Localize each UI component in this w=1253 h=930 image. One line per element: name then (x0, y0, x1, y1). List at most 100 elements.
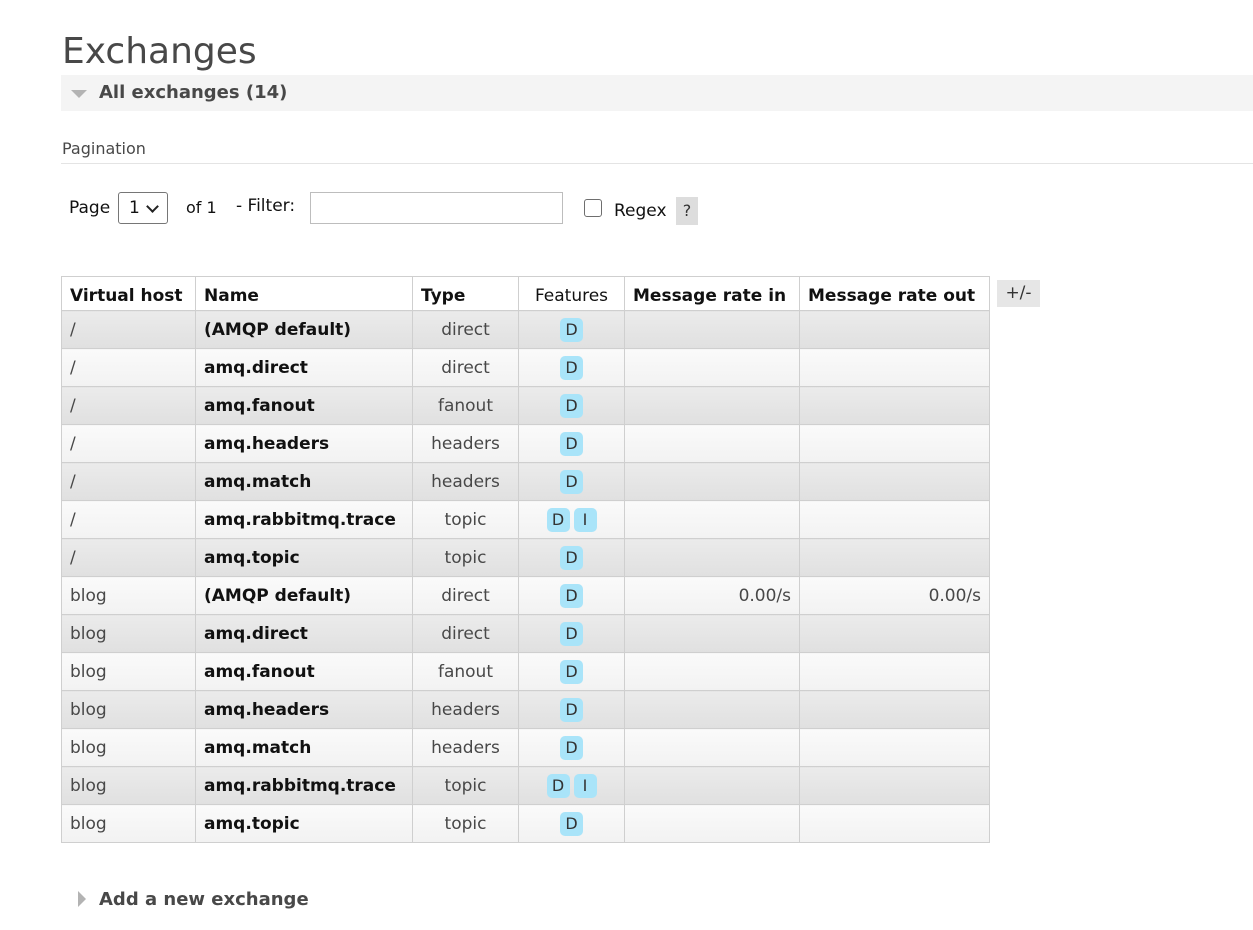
cell-message-rate-out (799, 500, 990, 539)
cell-virtual-host: / (61, 500, 196, 539)
page-title: Exchanges (62, 31, 257, 72)
exchanges-table: Virtual host Name Type Features Message … (61, 276, 990, 843)
cell-virtual-host: / (61, 348, 196, 387)
collapse-triangle-icon (71, 90, 87, 98)
feature-badge: D (560, 393, 583, 418)
cell-message-rate-in (624, 538, 800, 577)
cell-features: D (518, 690, 625, 729)
feature-badge: D (560, 621, 583, 646)
cell-exchange-name-link[interactable]: (AMQP default) (195, 576, 413, 615)
cell-type: direct (412, 310, 519, 349)
column-header-message-rate-in[interactable]: Message rate in (624, 276, 800, 311)
feature-badge: I (573, 507, 597, 532)
cell-message-rate-in (624, 690, 800, 729)
cell-exchange-name-link[interactable]: amq.match (195, 728, 413, 767)
cell-message-rate-out (799, 804, 990, 843)
regex-checkbox[interactable] (584, 199, 602, 217)
cell-type: headers (412, 728, 519, 767)
feature-badge: D (560, 545, 583, 570)
cell-virtual-host: / (61, 424, 196, 463)
cell-type: headers (412, 462, 519, 501)
add-exchange-title: Add a new exchange (99, 889, 309, 910)
page-select-value: 1 (129, 198, 140, 218)
table-row: blog amq.rabbitmq.trace topic D I (61, 766, 990, 805)
cell-message-rate-in (624, 614, 800, 653)
cell-message-rate-in (624, 766, 800, 805)
table-row: blog amq.match headers D (61, 728, 990, 767)
cell-features: D (518, 348, 625, 387)
feature-badge: D (560, 431, 583, 456)
cell-exchange-name-link[interactable]: amq.topic (195, 538, 413, 577)
feature-badge: D (546, 773, 570, 798)
cell-features: D (518, 310, 625, 349)
cell-exchange-name-link[interactable]: amq.match (195, 462, 413, 501)
cell-virtual-host: / (61, 538, 196, 577)
cell-features: D (518, 538, 625, 577)
column-header-type[interactable]: Type (412, 276, 519, 311)
cell-virtual-host: blog (61, 652, 196, 691)
expand-triangle-icon (78, 891, 86, 907)
table-row: / (AMQP default) direct D (61, 310, 990, 349)
regex-help-button[interactable]: ? (676, 197, 698, 225)
cell-virtual-host: blog (61, 804, 196, 843)
column-header-name[interactable]: Name (195, 276, 413, 311)
cell-message-rate-in (624, 310, 800, 349)
page-count-label: of 1 (186, 198, 217, 217)
cell-message-rate-out (799, 310, 990, 349)
table-row: / amq.topic topic D (61, 538, 990, 577)
cell-features: DI (518, 766, 625, 805)
cell-type: direct (412, 576, 519, 615)
cell-exchange-name-link[interactable]: amq.rabbitmq.trace (195, 766, 413, 805)
cell-exchange-name-link[interactable]: amq.fanout (195, 652, 413, 691)
cell-virtual-host: blog (61, 766, 196, 805)
chevron-down-icon (146, 200, 159, 213)
feature-badge: D (560, 583, 583, 608)
cell-message-rate-in (624, 386, 800, 425)
cell-virtual-host: / (61, 310, 196, 349)
cell-type: topic (412, 538, 519, 577)
cell-exchange-name-link[interactable]: (AMQP default) (195, 310, 413, 349)
table-row: / amq.fanout fanout D (61, 386, 990, 425)
toggle-columns-button[interactable]: +/- (997, 280, 1040, 307)
cell-message-rate-out (799, 728, 990, 767)
table-row: blog amq.fanout fanout D (61, 652, 990, 691)
cell-exchange-name-link[interactable]: amq.topic (195, 804, 413, 843)
cell-exchange-name-link[interactable]: amq.direct (195, 348, 413, 387)
cell-virtual-host: blog (61, 690, 196, 729)
pagination-heading: Pagination (62, 139, 146, 158)
feature-badge: D (560, 735, 583, 760)
all-exchanges-section-toggle[interactable]: All exchanges (14) (61, 75, 1253, 111)
feature-badge: D (560, 355, 583, 380)
feature-badge: D (560, 469, 583, 494)
column-header-virtual-host[interactable]: Virtual host (61, 276, 196, 311)
table-row: / amq.headers headers D (61, 424, 990, 463)
page-label: Page (69, 198, 111, 218)
cell-message-rate-out (799, 462, 990, 501)
table-row: blog amq.headers headers D (61, 690, 990, 729)
cell-exchange-name-link[interactable]: amq.fanout (195, 386, 413, 425)
cell-exchange-name-link[interactable]: amq.rabbitmq.trace (195, 500, 413, 539)
cell-message-rate-out: 0.00/s (799, 576, 990, 615)
cell-type: topic (412, 804, 519, 843)
feature-badge: D (546, 507, 570, 532)
cell-virtual-host: / (61, 386, 196, 425)
table-row: blog (AMQP default) direct D 0.00/s 0.00/s (61, 576, 990, 615)
cell-message-rate-out (799, 614, 990, 653)
cell-message-rate-out (799, 766, 990, 805)
cell-message-rate-in: 0.00/s (624, 576, 800, 615)
column-header-features: Features (518, 276, 625, 311)
cell-exchange-name-link[interactable]: amq.direct (195, 614, 413, 653)
column-header-message-rate-out[interactable]: Message rate out (799, 276, 990, 311)
cell-virtual-host: blog (61, 614, 196, 653)
cell-exchange-name-link[interactable]: amq.headers (195, 424, 413, 463)
table-row: / amq.rabbitmq.trace topic D I (61, 500, 990, 539)
cell-type: direct (412, 348, 519, 387)
cell-message-rate-out (799, 424, 990, 463)
feature-badge: D (560, 317, 583, 342)
cell-features: D (518, 386, 625, 425)
filter-input[interactable] (310, 192, 563, 224)
cell-exchange-name-link[interactable]: amq.headers (195, 690, 413, 729)
cell-type: topic (412, 766, 519, 805)
page-select[interactable]: 1 (118, 192, 168, 224)
cell-features: D (518, 804, 625, 843)
